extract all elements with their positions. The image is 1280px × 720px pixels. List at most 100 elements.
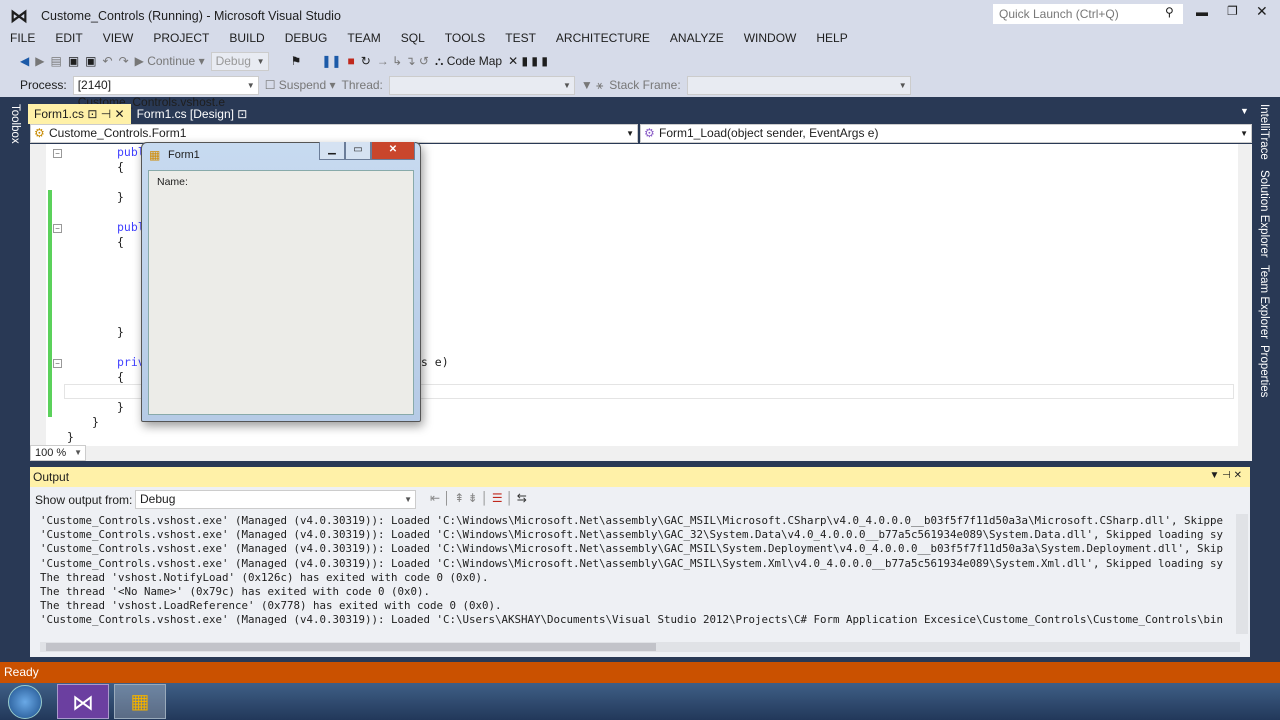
output-source-select[interactable]: Debug ▼	[135, 490, 416, 509]
output-line: 'Custome_Controls.vshost.exe' (Managed (…	[40, 528, 1224, 542]
minimize-button[interactable]: ▬	[1196, 5, 1208, 19]
output-line: The thread '<No Name>' (0x79c) has exite…	[40, 585, 431, 599]
properties-tab[interactable]: Properties	[1258, 345, 1270, 397]
collapse-icon[interactable]: −	[53, 359, 62, 368]
filter-icon[interactable]: ▼ ⚹	[581, 78, 603, 93]
vs-logo-icon: ⋈	[10, 6, 28, 26]
close-tab-icon[interactable]: ✕	[115, 107, 125, 121]
menu-project[interactable]: PROJECT	[143, 30, 219, 46]
code-line: }	[117, 325, 124, 339]
status-bar: Ready	[0, 662, 1280, 683]
menu-build[interactable]: BUILD	[219, 30, 274, 46]
output-panel: Output ▼ ⊣ ✕ Show output from: Debug ▼ ⇤ …	[30, 467, 1250, 657]
output-vscrollbar[interactable]	[1236, 514, 1248, 634]
form-close-button[interactable]: ✕	[371, 142, 415, 160]
zoom-select[interactable]: 100 % ▼	[30, 445, 86, 461]
menu-help[interactable]: HELP	[806, 30, 857, 46]
taskbar-visual-studio[interactable]: ⋈	[57, 684, 109, 719]
thread-select[interactable]: ▼	[388, 75, 575, 95]
code-line: {	[117, 160, 124, 174]
stack-frame-label: Stack Frame:	[609, 78, 681, 92]
menu-team[interactable]: TEAM	[337, 30, 390, 46]
continue-button[interactable]: ▶ Continue ▾	[135, 54, 205, 68]
editor-bottom-bar: 100 % ▼	[30, 445, 1252, 461]
search-icon[interactable]: ⚲	[1165, 5, 1174, 19]
code-line: {	[117, 370, 124, 384]
restart-icon[interactable]: ↻	[361, 54, 371, 68]
back-icon[interactable]: ◀	[20, 54, 29, 68]
vertical-scrollbar[interactable]	[1238, 144, 1252, 446]
tab-dropdown-icon[interactable]: ▼	[1240, 106, 1249, 116]
tab-form1-cs[interactable]: Form1.cs ⊡ ⊣ ✕	[28, 104, 131, 124]
output-line: 'Custome_Controls.vshost.exe' (Managed (…	[40, 613, 1224, 627]
thread-label: Thread:	[341, 78, 383, 92]
menu-tools[interactable]: TOOLS	[435, 30, 495, 46]
form1-title: Form1	[168, 149, 200, 161]
output-line: The thread 'vshost.LoadReference' (0x778…	[40, 599, 502, 613]
undo-icon[interactable]: ↶	[103, 54, 113, 68]
panel-controls-icon[interactable]: ▼ ⊣ ✕	[1209, 470, 1242, 481]
pause-icon[interactable]: ❚❚	[321, 54, 341, 68]
standard-toolbar: ◀ ▶ ▤ ▣ ▣ ↶ ↷ ▶ Continue ▾ Debug ▼ ⚑ ❚❚ ■ ↻ →…	[20, 50, 548, 72]
config-select[interactable]: Debug ▼	[210, 51, 269, 71]
output-toolbar-icons[interactable]: ⇤ │ ⇞ ⇟ │ ☰ │ ⇆	[430, 491, 527, 505]
start-button[interactable]	[8, 685, 42, 719]
output-line: The thread 'vshost.NotifyLoad' (0x126c) …	[40, 570, 489, 584]
breakpoint-icons[interactable]: ✕ ▮ ▮ ▮	[508, 54, 548, 68]
window-title: Custome_Controls (Running) - Microsoft V…	[41, 9, 341, 23]
class-navigation-select[interactable]: ⚙ Custome_Controls.Form1 ▼	[30, 124, 638, 143]
quick-launch-input[interactable]: Quick Launch (Ctrl+Q)	[993, 4, 1183, 24]
suspend-button[interactable]: ☐ Suspend ▾	[265, 78, 336, 92]
close-button[interactable]: ✕	[1256, 3, 1268, 20]
menu-bar: FILE EDIT VIEW PROJECT BUILD DEBUG TEAM SQL TOOL…	[0, 30, 858, 46]
form1-window[interactable]: ▦ Form1 ▁ ▭ ✕ Name:	[141, 142, 421, 422]
menu-file[interactable]: FILE	[0, 30, 45, 46]
code-line: }	[67, 430, 74, 444]
forward-icon[interactable]: ▶	[35, 54, 44, 68]
solution-explorer-tab[interactable]: Solution Explorer	[1258, 170, 1270, 258]
document-tabs: Form1.cs ⊡ ⊣ ✕ Form1.cs [Design] ⊡	[28, 104, 253, 124]
process-select[interactable]: [2140] Custome_Controls.vshost.e ▼	[72, 75, 259, 109]
form-minimize-button[interactable]: ▁	[319, 142, 345, 160]
toolbox-tab[interactable]: Toolbox	[9, 104, 21, 144]
output-hscrollbar[interactable]	[40, 642, 1240, 652]
restore-button[interactable]: ❐	[1227, 4, 1238, 18]
member-navigation-select[interactable]: ⚙ Form1_Load(object sender, EventArgs e) ▼	[640, 124, 1252, 143]
menu-sql[interactable]: SQL	[391, 30, 435, 46]
form-icon: ▦	[149, 148, 161, 162]
name-label: Name:	[157, 176, 188, 188]
stop-icon[interactable]: ■	[347, 54, 354, 68]
menu-architecture[interactable]: ARCHITECTURE	[546, 30, 660, 46]
tab-form1-design[interactable]: Form1.cs [Design] ⊡	[131, 104, 254, 124]
output-line: 'Custome_Controls.vshost.exe' (Managed (…	[40, 556, 1224, 570]
menu-analyze[interactable]: ANALYZE	[660, 30, 734, 46]
form-maximize-button[interactable]: ▭	[345, 142, 371, 160]
code-line: {	[117, 235, 124, 249]
menu-view[interactable]: VIEW	[93, 30, 144, 46]
collapse-icon[interactable]: −	[53, 224, 62, 233]
save-all-icon[interactable]: ▣	[85, 54, 96, 68]
output-text[interactable]: 'Custome_Controls.vshost.exe' (Managed (…	[40, 514, 1232, 628]
team-explorer-tab[interactable]: Team Explorer	[1258, 265, 1270, 339]
output-title: Output	[30, 467, 1250, 487]
collapse-icon[interactable]: −	[53, 149, 62, 158]
step-icons[interactable]: → ↳ ↴ ↺	[377, 54, 429, 68]
changed-lines-marker	[48, 190, 52, 417]
menu-test[interactable]: TEST	[495, 30, 546, 46]
attach-icon[interactable]: ⚑	[291, 54, 302, 68]
output-line: 'Custome_Controls.vshost.exe' (Managed (…	[40, 514, 1224, 527]
menu-debug[interactable]: DEBUG	[275, 30, 338, 46]
menu-edit[interactable]: EDIT	[45, 30, 92, 46]
new-project-icon[interactable]: ▤	[50, 54, 61, 68]
redo-icon[interactable]: ↷	[119, 54, 129, 68]
output-line: 'Custome_Controls.vshost.exe' (Managed (…	[40, 542, 1224, 556]
process-label: Process:	[20, 78, 67, 92]
stack-frame-select[interactable]: ▼	[686, 75, 911, 95]
intellitrace-tab[interactable]: IntelliTrace	[1258, 104, 1270, 160]
save-icon[interactable]: ▣	[68, 54, 79, 68]
menu-window[interactable]: WINDOW	[734, 30, 807, 46]
taskbar-form-app[interactable]: ▦	[114, 684, 166, 719]
code-line: }	[117, 400, 124, 414]
code-map-button[interactable]: ⛬ Code Map	[435, 54, 502, 69]
taskbar: ⋈ ▦	[0, 683, 1280, 720]
